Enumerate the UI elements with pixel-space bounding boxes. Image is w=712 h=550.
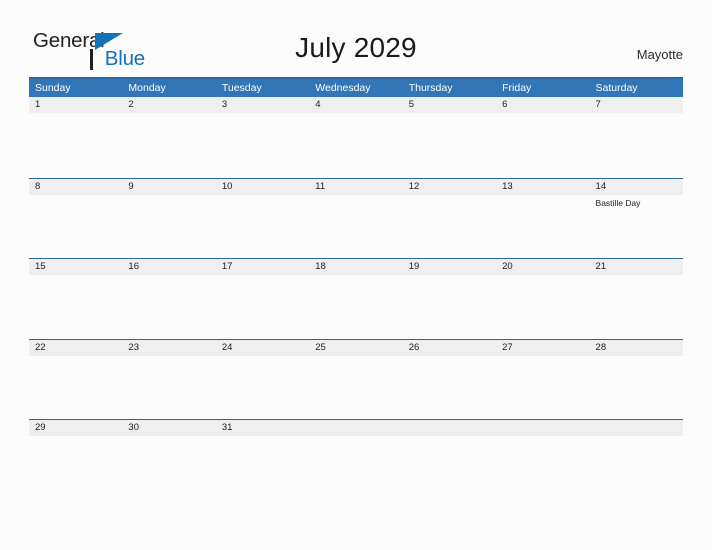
day-cell[interactable]: 22 xyxy=(29,340,122,420)
week-cells: 15 16 17 18 19 20 21 xyxy=(29,259,683,339)
day-number: 8 xyxy=(35,180,41,192)
day-number: 31 xyxy=(221,422,233,433)
weekday-wednesday: Wednesday xyxy=(315,82,371,94)
weekday-tuesday: Tuesday xyxy=(221,82,262,94)
day-cell[interactable]: 14 Bastille Day xyxy=(590,179,683,259)
day-number: 9 xyxy=(128,180,134,192)
day-cell[interactable]: 2 xyxy=(122,97,215,178)
day-number: 21 xyxy=(595,261,607,272)
day-number: 7 xyxy=(595,99,601,110)
day-cell[interactable]: 7 xyxy=(590,97,683,178)
day-number: 4 xyxy=(315,99,321,110)
day-number: 5 xyxy=(408,99,414,110)
week-cells: 29 30 31 xyxy=(29,420,683,500)
day-number: 22 xyxy=(35,341,46,353)
day-number: 17 xyxy=(221,261,233,272)
day-cell[interactable]: 17 xyxy=(216,259,309,339)
calendar-week-row: 29 30 31 xyxy=(29,419,683,500)
day-cell[interactable]: 3 xyxy=(216,97,309,178)
day-number: 20 xyxy=(502,261,513,272)
day-number: 23 xyxy=(128,341,139,353)
day-cell[interactable]: 1 xyxy=(29,97,122,178)
day-cell[interactable]: 24 xyxy=(216,340,309,420)
day-number: 29 xyxy=(35,422,46,433)
day-number: 11 xyxy=(315,180,326,192)
day-cell[interactable]: 29 xyxy=(29,420,122,500)
day-cell[interactable]: 30 xyxy=(122,420,215,500)
weekday-header-row: Sunday Monday Tuesday Wednesday Thursday… xyxy=(29,77,683,97)
day-number: 27 xyxy=(502,341,513,353)
day-cell[interactable]: 25 xyxy=(309,340,402,420)
region-label: Mayotte xyxy=(636,47,683,62)
day-cell[interactable]: 9 xyxy=(122,179,215,259)
weekday-saturday: Saturday xyxy=(595,82,638,94)
day-number xyxy=(502,420,589,436)
day-number: 18 xyxy=(315,261,326,272)
day-cell[interactable]: 4 xyxy=(309,97,402,178)
day-cell-empty xyxy=(403,420,496,500)
weekday-monday: Monday xyxy=(128,82,166,94)
day-number: 16 xyxy=(128,261,139,272)
day-cell[interactable]: 13 xyxy=(496,179,589,259)
day-cell[interactable]: 23 xyxy=(122,340,215,420)
day-cell-empty xyxy=(496,420,589,500)
day-cell[interactable]: 28 xyxy=(590,340,683,420)
calendar-page: General Blue July 2029 Mayotte Sunday Mo… xyxy=(0,0,712,550)
week-cells: 22 23 24 25 26 27 28 xyxy=(29,340,683,420)
day-cell[interactable]: 15 xyxy=(29,259,122,339)
day-number: 14 xyxy=(595,180,607,192)
page-header: General Blue July 2029 Mayotte xyxy=(0,0,712,74)
day-cell-empty xyxy=(309,420,402,500)
day-cell[interactable]: 19 xyxy=(403,259,496,339)
day-cell[interactable]: 27 xyxy=(496,340,589,420)
day-cell[interactable]: 18 xyxy=(309,259,402,339)
calendar-grid: Sunday Monday Tuesday Wednesday Thursday… xyxy=(29,77,683,500)
day-number: 12 xyxy=(408,180,420,192)
day-cell[interactable]: 6 xyxy=(496,97,589,178)
day-cell[interactable]: 31 xyxy=(216,420,309,500)
day-number: 26 xyxy=(408,341,420,353)
day-number: 13 xyxy=(502,180,513,192)
calendar-week-row: 1 2 3 4 5 6 7 xyxy=(29,97,683,178)
day-number xyxy=(409,420,496,436)
week-cells: 8 9 10 11 12 13 14 Bastille Day xyxy=(29,179,683,259)
calendar-week-row: 8 9 10 11 12 13 14 Bastille Day xyxy=(29,177,683,259)
week-cells: 1 2 3 4 5 6 7 xyxy=(29,97,683,178)
day-number xyxy=(315,420,402,436)
day-cell[interactable]: 10 xyxy=(216,179,309,259)
day-number: 15 xyxy=(35,261,46,272)
day-cell-empty xyxy=(590,420,683,500)
day-cell[interactable]: 8 xyxy=(29,179,122,259)
day-cell[interactable]: 12 xyxy=(403,179,496,259)
day-cell[interactable]: 26 xyxy=(403,340,496,420)
day-number: 24 xyxy=(221,341,233,353)
day-number: 28 xyxy=(595,341,607,353)
calendar-week-row: 22 23 24 25 26 27 28 xyxy=(29,338,683,420)
calendar-week-row: 15 16 17 18 19 20 21 xyxy=(29,258,683,339)
weekday-sunday: Sunday xyxy=(35,82,71,94)
day-cell[interactable]: 11 xyxy=(309,179,402,259)
day-event-label: Bastille Day xyxy=(595,197,641,208)
day-cell[interactable]: 20 xyxy=(496,259,589,339)
day-number: 30 xyxy=(128,422,139,433)
day-cell[interactable]: 5 xyxy=(403,97,496,178)
day-number: 10 xyxy=(221,180,233,192)
day-number: 6 xyxy=(502,99,508,110)
day-number: 3 xyxy=(221,99,228,110)
page-title: July 2029 xyxy=(295,32,417,63)
calendar-weeks: 1 2 3 4 5 6 7 8 9 10 11 12 13 14 Bastille Day 15 16 17 18 1… xyxy=(29,97,683,500)
day-cell[interactable]: 21 xyxy=(590,259,683,339)
day-number: 2 xyxy=(128,99,134,110)
day-number xyxy=(596,420,683,436)
day-number: 1 xyxy=(35,99,41,110)
day-number: 25 xyxy=(315,341,326,353)
weekday-thursday: Thursday xyxy=(408,82,453,94)
weekday-friday: Friday xyxy=(502,82,532,94)
day-number: 19 xyxy=(408,261,420,272)
day-cell[interactable]: 16 xyxy=(122,259,215,339)
